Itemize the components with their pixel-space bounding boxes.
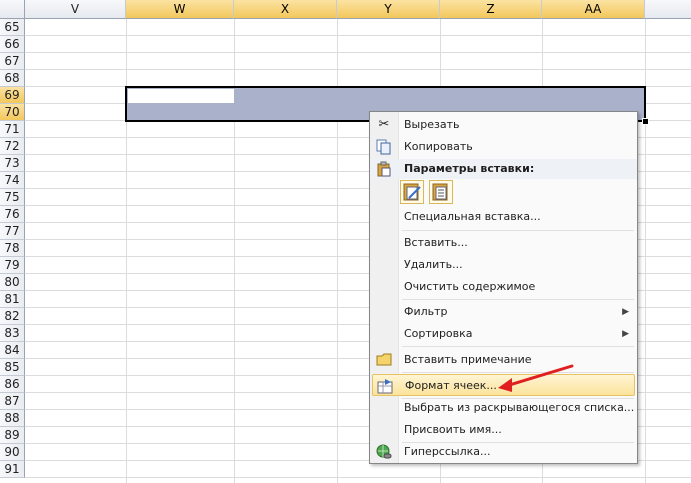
submenu-arrow-icon: ▶	[622, 329, 629, 339]
menu-item-copy[interactable]: Копировать	[372, 136, 635, 158]
row-header[interactable]: 81	[0, 291, 25, 308]
menu-item-delete[interactable]: Удалить...	[372, 254, 635, 276]
menu-item-label: Копировать	[404, 140, 473, 153]
row-header[interactable]: 85	[0, 359, 25, 376]
menu-separator	[402, 346, 634, 347]
menu-item-label: Гиперссылка...	[404, 445, 491, 458]
row-header-selected[interactable]: 69	[0, 87, 25, 104]
scissors-icon: ✂	[378, 117, 390, 132]
paste-options-label: Параметры вставки:	[404, 162, 535, 175]
row-header[interactable]: 68	[0, 70, 25, 87]
column-header-next[interactable]	[645, 0, 691, 19]
row-header[interactable]: 91	[0, 461, 25, 478]
column-header-aa[interactable]: AA	[542, 0, 645, 19]
hyperlink-globe-icon	[376, 444, 392, 460]
submenu-arrow-icon: ▶	[622, 307, 629, 317]
paste-formatting-option[interactable]	[400, 180, 424, 204]
row-header[interactable]: 71	[0, 121, 25, 138]
grid-line	[25, 52, 691, 53]
row-header[interactable]: 66	[0, 36, 25, 53]
column-header-z[interactable]: Z	[440, 0, 542, 19]
row-header[interactable]: 77	[0, 223, 25, 240]
row-header[interactable]: 88	[0, 410, 25, 427]
fill-handle[interactable]	[642, 118, 649, 125]
paste-values-option[interactable]	[429, 180, 453, 204]
menu-item-label: Сортировка	[404, 327, 473, 340]
menu-item-label: Формат ячеек...	[405, 379, 497, 392]
menu-item-label: Выбрать из раскрывающегося списка...	[404, 401, 635, 414]
column-header-x[interactable]: X	[234, 0, 337, 19]
grid-line	[25, 477, 691, 478]
row-header[interactable]: 73	[0, 155, 25, 172]
row-header-selected[interactable]: 70	[0, 104, 25, 121]
menu-item-sort[interactable]: Сортировка ▶	[372, 323, 635, 345]
grid-line	[25, 69, 691, 70]
context-menu: ✂ Вырезать Копировать Параметры вставки:…	[369, 111, 638, 464]
row-header[interactable]: 84	[0, 342, 25, 359]
row-header[interactable]: 67	[0, 53, 25, 70]
column-header-y[interactable]: Y	[337, 0, 440, 19]
row-header[interactable]: 82	[0, 308, 25, 325]
menu-item-clear-contents[interactable]: Очистить содержимое	[372, 276, 635, 298]
row-header[interactable]: 90	[0, 444, 25, 461]
select-all-corner[interactable]	[0, 0, 25, 19]
menu-item-label: Вставить...	[404, 236, 468, 249]
menu-item-label: Удалить...	[404, 258, 463, 271]
menu-item-define-name[interactable]: Присвоить имя...	[372, 419, 635, 441]
grid-line	[25, 35, 691, 36]
row-header[interactable]: 74	[0, 172, 25, 189]
paste-options-header: Параметры вставки:	[370, 159, 637, 179]
menu-item-label: Фильтр	[404, 305, 448, 318]
row-header[interactable]: 83	[0, 325, 25, 342]
menu-item-label: Очистить содержимое	[404, 280, 536, 293]
row-header[interactable]: 87	[0, 393, 25, 410]
row-header[interactable]: 79	[0, 257, 25, 274]
format-cells-icon	[377, 378, 393, 394]
menu-item-label: Присвоить имя...	[404, 423, 502, 436]
clipboard-icon	[376, 161, 392, 184]
row-header[interactable]: 78	[0, 240, 25, 257]
column-header-v[interactable]: V	[25, 0, 126, 19]
menu-item-label: Вырезать	[404, 118, 460, 131]
menu-item-pick-from-list[interactable]: Выбрать из раскрывающегося списка...	[372, 397, 635, 419]
paste-brush-icon	[403, 183, 421, 201]
menu-separator	[402, 299, 634, 300]
row-header[interactable]: 65	[0, 19, 25, 36]
row-header[interactable]: 75	[0, 189, 25, 206]
paste-values-icon	[432, 183, 448, 201]
comment-icon	[376, 352, 392, 368]
row-header[interactable]: 89	[0, 427, 25, 444]
menu-item-cut[interactable]: ✂ Вырезать	[372, 114, 635, 136]
menu-item-filter[interactable]: Фильтр ▶	[372, 301, 635, 323]
row-header[interactable]: 86	[0, 376, 25, 393]
menu-separator	[402, 230, 634, 231]
menu-item-insert[interactable]: Вставить...	[372, 232, 635, 254]
column-header-w[interactable]: W	[126, 0, 234, 19]
row-header[interactable]: 76	[0, 206, 25, 223]
row-header[interactable]: 72	[0, 138, 25, 155]
menu-item-hyperlink[interactable]: Гиперссылка...	[372, 441, 635, 463]
menu-item-paste-special[interactable]: Специальная вставка...	[372, 206, 635, 228]
red-arrow-annotation	[498, 364, 574, 392]
row-header[interactable]: 80	[0, 274, 25, 291]
menu-item-label: Специальная вставка...	[404, 210, 541, 223]
copy-icon	[376, 139, 392, 155]
